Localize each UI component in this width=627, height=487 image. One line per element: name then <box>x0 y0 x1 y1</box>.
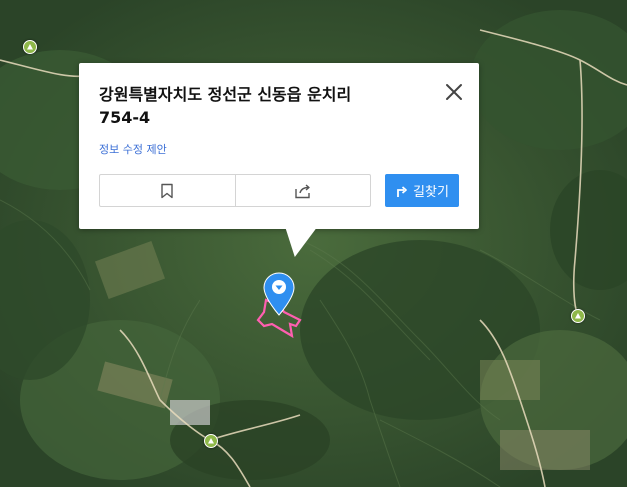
bookmark-icon <box>161 183 173 198</box>
close-icon[interactable] <box>443 81 465 103</box>
directions-label: 길찾기 <box>413 185 449 200</box>
share-button[interactable] <box>234 175 371 206</box>
trail-marker-icon[interactable] <box>23 40 37 54</box>
suggest-edit-link[interactable]: 정보 수정 제안 <box>99 141 167 157</box>
save-button[interactable] <box>100 175 235 206</box>
address-line-1: 강원특별자치도 정선군 신동읍 운치리 <box>99 85 352 104</box>
place-address-title: 강원특별자치도 정선군 신동읍 운치리 754-4 <box>99 83 399 129</box>
directions-icon <box>397 185 407 197</box>
action-button-group <box>99 174 371 207</box>
map-view[interactable]: 강원특별자치도 정선군 신동읍 운치리 754-4 정보 수정 제안 길찾기 <box>0 0 627 487</box>
place-info-popup: 강원특별자치도 정선군 신동읍 운치리 754-4 정보 수정 제안 길찾기 <box>79 63 479 257</box>
directions-button[interactable]: 길찾기 <box>385 174 459 207</box>
address-line-2: 754-4 <box>99 108 151 127</box>
share-icon <box>295 183 310 198</box>
popup-pointer <box>278 227 318 257</box>
location-pin-icon[interactable] <box>263 272 295 316</box>
trail-marker-icon[interactable] <box>204 434 218 448</box>
trail-marker-icon[interactable] <box>571 309 585 323</box>
